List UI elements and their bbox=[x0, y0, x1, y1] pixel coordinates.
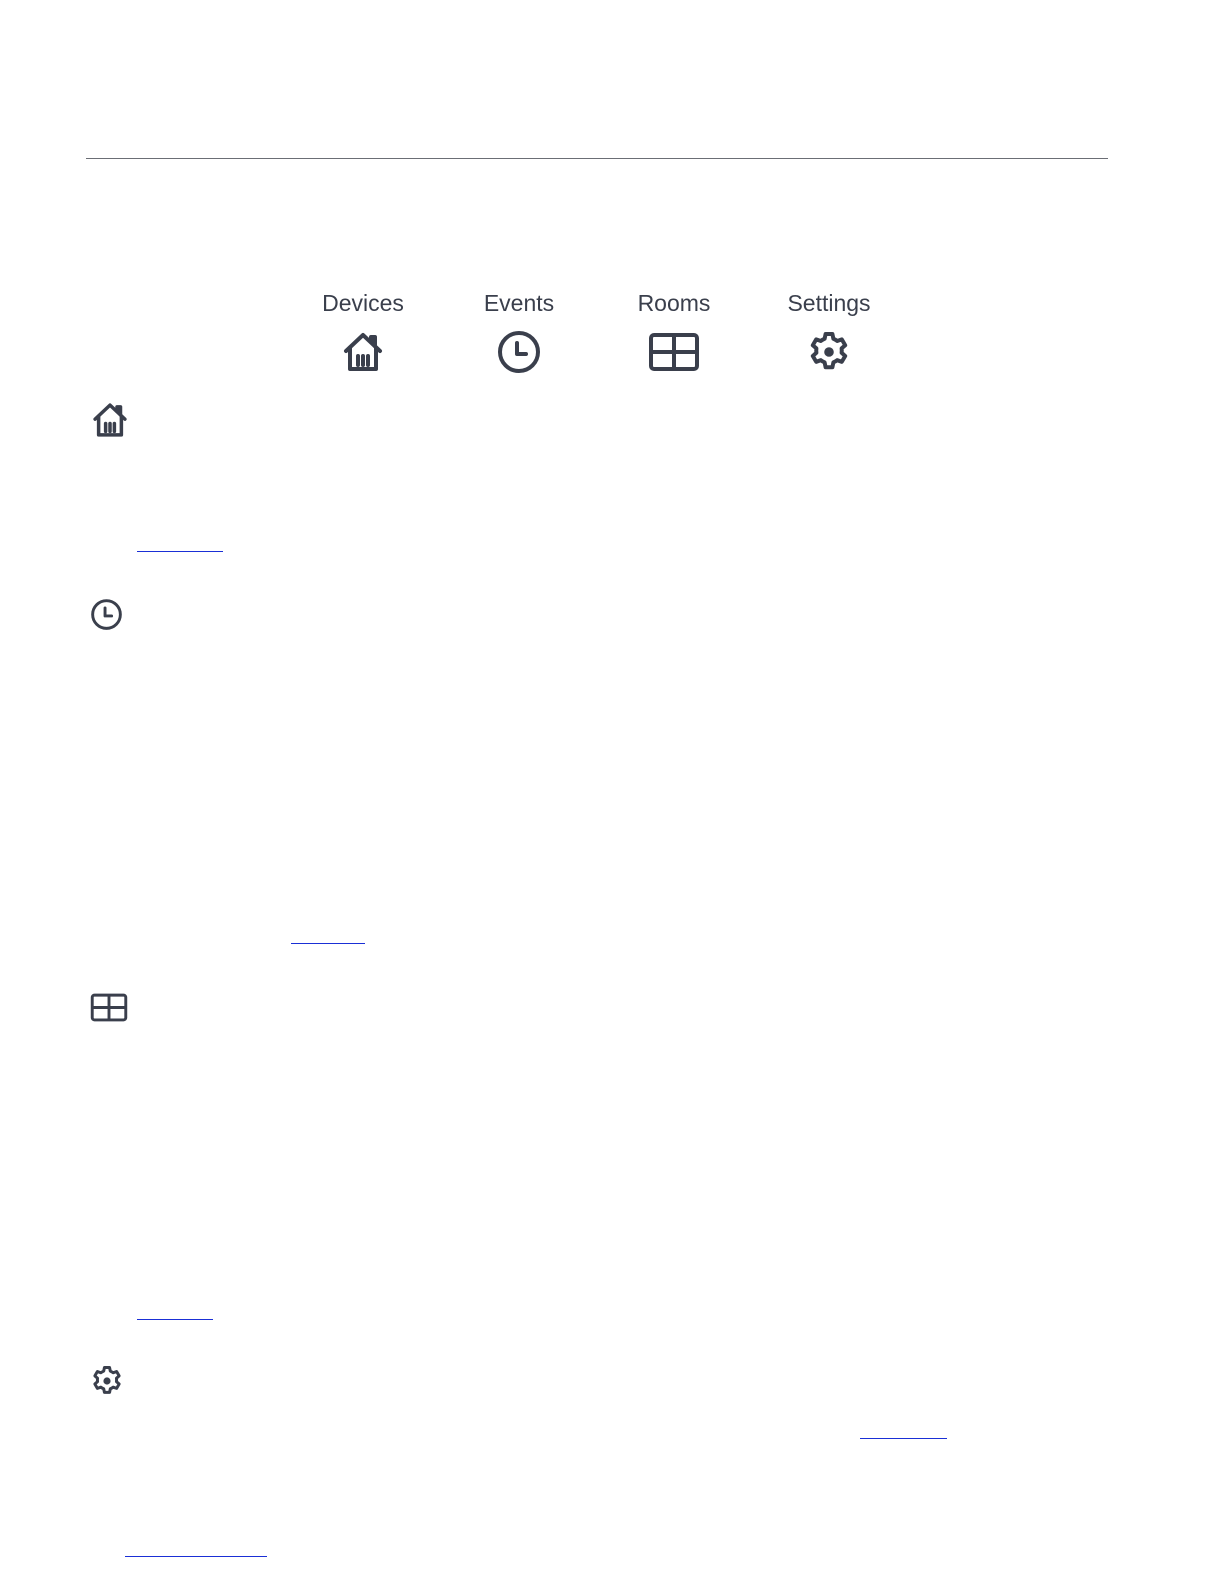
tab-events[interactable]: Events bbox=[454, 288, 584, 381]
tab-settings-label: Settings bbox=[787, 290, 871, 316]
grid-icon bbox=[89, 990, 129, 1030]
events-section-link[interactable] bbox=[291, 943, 365, 944]
settings-section-link[interactable] bbox=[860, 1438, 947, 1439]
clock-icon bbox=[89, 597, 124, 637]
tab-rooms-label: Rooms bbox=[637, 290, 711, 316]
clock-icon bbox=[495, 328, 543, 381]
tab-settings[interactable]: Settings bbox=[764, 288, 894, 381]
rooms-section-link[interactable] bbox=[137, 1319, 213, 1320]
header-divider bbox=[86, 158, 1108, 159]
tab-nav: Devices Events Rooms Settings bbox=[0, 288, 1224, 388]
grid-icon bbox=[647, 328, 701, 381]
home-icon bbox=[339, 328, 387, 381]
tab-events-label: Events bbox=[483, 290, 555, 316]
devices-section-link[interactable] bbox=[137, 551, 223, 552]
settings-footer-link[interactable] bbox=[125, 1556, 267, 1557]
tab-devices[interactable]: Devices bbox=[298, 288, 428, 381]
gear-icon bbox=[89, 1363, 125, 1404]
gear-icon bbox=[805, 328, 853, 381]
tab-devices-label: Devices bbox=[322, 290, 404, 316]
home-icon bbox=[88, 399, 132, 446]
tab-rooms[interactable]: Rooms bbox=[609, 288, 739, 381]
